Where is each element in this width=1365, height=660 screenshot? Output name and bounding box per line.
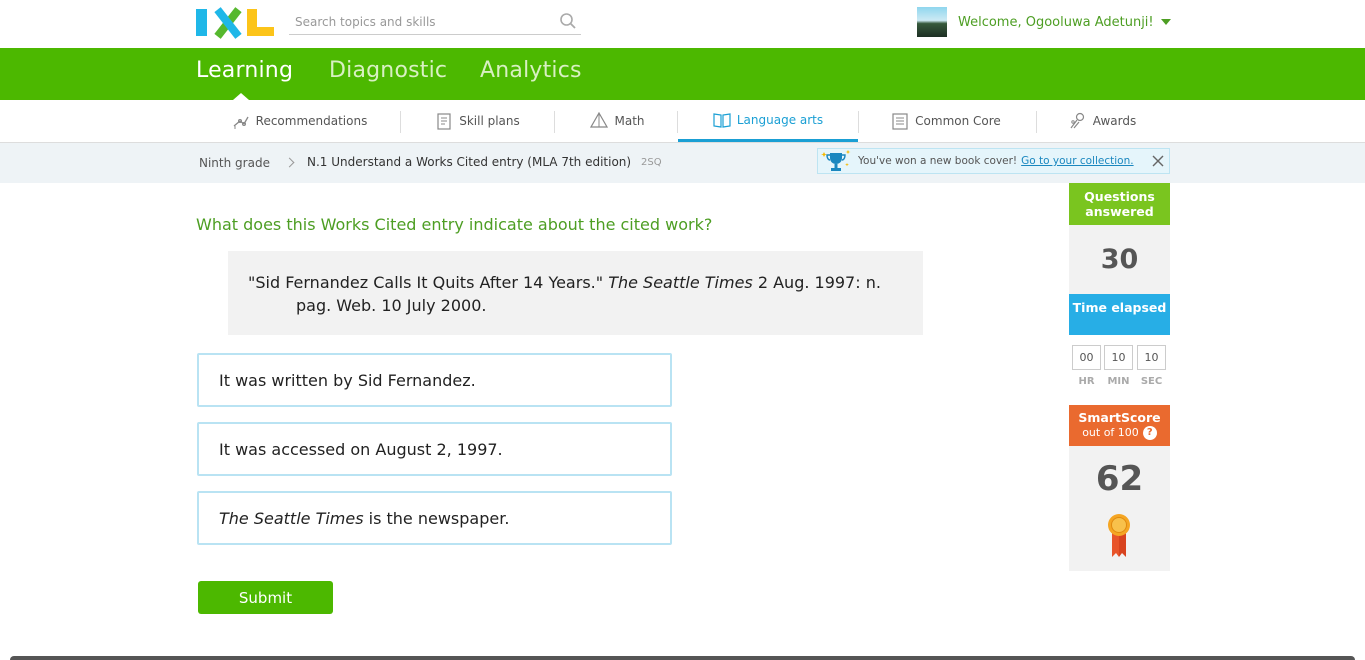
footer-edge xyxy=(10,656,1355,660)
tab-learning[interactable]: Learning xyxy=(196,58,293,83)
notification-text: You've won a new book cover! xyxy=(858,155,1018,167)
avatar[interactable] xyxy=(917,7,947,37)
submit-button[interactable]: Submit xyxy=(198,581,333,614)
question-prompt: What does this Works Cited entry indicat… xyxy=(196,215,713,234)
tab-skill-plans[interactable]: Skill plans xyxy=(420,100,535,142)
tab-diagnostic[interactable]: Diagnostic xyxy=(329,58,447,83)
help-icon[interactable]: ? xyxy=(1142,425,1157,440)
active-tab-pointer xyxy=(233,93,249,100)
close-icon[interactable] xyxy=(1151,154,1165,168)
answer-option-2[interactable]: It was accessed on August 2, 1997. xyxy=(197,422,672,476)
citation-line-2: pag. Web. 10 July 2000. xyxy=(296,296,487,315)
smartscore-sub: out of 100 xyxy=(1082,426,1139,439)
collection-link[interactable]: Go to your collection. xyxy=(1021,155,1133,167)
math-icon xyxy=(590,112,609,128)
breadcrumb-skill: N.1 Understand a Works Cited entry (MLA … xyxy=(307,155,632,169)
tab-label: Skill plans xyxy=(459,114,520,128)
answer-option-1[interactable]: It was written by Sid Fernandez. xyxy=(197,353,672,407)
tab-label: Recommendations xyxy=(255,114,368,128)
chevron-right-icon xyxy=(284,157,295,168)
questions-answered-value: 30 xyxy=(1069,225,1170,294)
top-bar: Welcome, Ogooluwa Adetunji! xyxy=(0,0,1365,48)
tab-label: Awards xyxy=(1092,114,1137,128)
timer: 00 10 10 HR MIN SEC xyxy=(1069,335,1170,405)
notification-banner: You've won a new book cover! Go to your … xyxy=(817,148,1170,174)
user-menu[interactable]: Welcome, Ogooluwa Adetunji! xyxy=(917,7,1171,37)
tab-language-arts[interactable]: Language arts xyxy=(678,100,858,142)
tab-label: Common Core xyxy=(915,114,1001,128)
timer-unit-sec: SEC xyxy=(1140,376,1163,387)
smartscore-label: SmartScore xyxy=(1078,410,1161,425)
tab-label: Language arts xyxy=(736,112,824,127)
answer-text: The Seattle Times is the newspaper. xyxy=(219,508,510,528)
smartscore-value: 62 xyxy=(1095,459,1144,499)
smartscore-header: SmartScore out of 100 ? xyxy=(1069,405,1170,446)
timer-minutes: 10 xyxy=(1104,345,1133,370)
search-icon[interactable] xyxy=(559,12,577,30)
skill-code: 2SQ xyxy=(641,157,662,168)
welcome-text[interactable]: Welcome, Ogooluwa Adetunji! xyxy=(958,15,1154,30)
answer-text: It was accessed on August 2, 1997. xyxy=(219,439,503,459)
award-ribbon-icon xyxy=(1108,514,1130,557)
timer-unit-hr: HR xyxy=(1078,376,1095,387)
search-box xyxy=(289,9,581,35)
timer-seconds: 10 xyxy=(1137,345,1166,370)
citation-box: "Sid Fernandez Calls It Quits After 14 Y… xyxy=(228,251,923,335)
trophy-icon xyxy=(821,150,851,171)
skill-plans-icon xyxy=(437,113,451,130)
breadcrumb-grade[interactable]: Ninth grade xyxy=(199,156,270,170)
search-input[interactable] xyxy=(289,9,544,34)
tab-analytics[interactable]: Analytics xyxy=(480,58,582,83)
timer-hours: 00 xyxy=(1072,345,1101,370)
tab-awards[interactable]: Awards xyxy=(1060,100,1145,142)
answer-text: It was written by Sid Fernandez. xyxy=(219,370,476,390)
language-arts-icon xyxy=(713,112,731,128)
awards-icon xyxy=(1070,112,1084,129)
common-core-icon xyxy=(892,113,908,130)
answer-option-3[interactable]: The Seattle Times is the newspaper. xyxy=(197,491,672,545)
stats-panel: Questions answered 30 Time elapsed 00 10… xyxy=(1069,183,1170,571)
time-elapsed-label: Time elapsed xyxy=(1069,294,1170,335)
recommendations-icon xyxy=(233,116,249,129)
tab-common-core[interactable]: Common Core xyxy=(880,100,1012,142)
main-nav: Learning Diagnostic Analytics xyxy=(0,48,1365,100)
tab-label: Math xyxy=(614,114,645,128)
tab-math[interactable]: Math xyxy=(575,100,660,142)
smartscore-body: 62 xyxy=(1069,446,1170,571)
questions-answered-label: Questions answered xyxy=(1069,183,1170,225)
tab-recommendations[interactable]: Recommendations xyxy=(222,100,377,142)
ixl-logo[interactable] xyxy=(196,9,274,36)
chevron-down-icon[interactable] xyxy=(1160,19,1171,25)
timer-unit-min: MIN xyxy=(1107,376,1130,387)
subject-nav: Recommendations Skill plans Math Languag… xyxy=(0,100,1365,143)
citation-line-1: "Sid Fernandez Calls It Quits After 14 Y… xyxy=(248,273,881,292)
